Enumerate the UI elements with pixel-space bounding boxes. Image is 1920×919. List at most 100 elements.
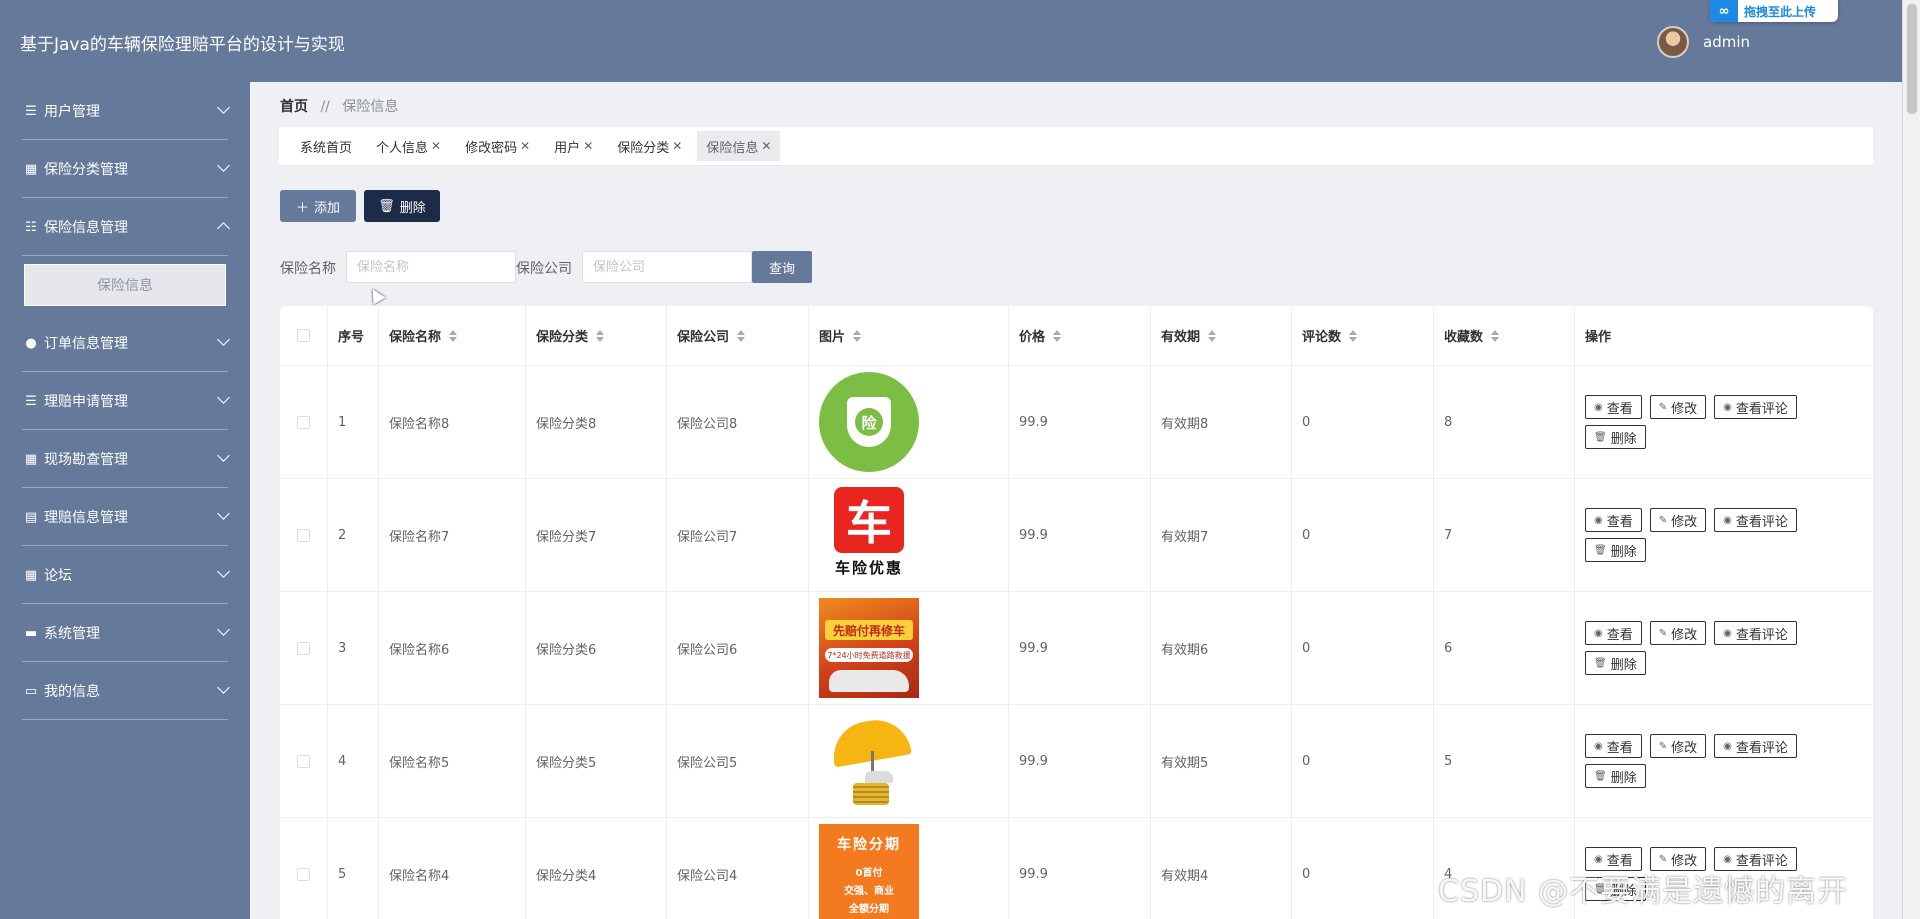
eye-icon: ◉ [1723,740,1732,752]
column-header-sortable[interactable]: 有效期 [1151,306,1292,365]
column-header-sortable[interactable]: 图片 [809,306,1009,365]
close-icon[interactable]: ✕ [431,139,441,153]
sidebar-item-claim-application[interactable]: ☰ 理赔申请管理 [0,372,250,430]
checkbox[interactable] [297,867,310,881]
checkbox[interactable] [297,528,310,542]
sliders-icon: ☷ [25,219,37,235]
sidebar-item-insurance-info[interactable]: ☷ 保险信息管理 [0,198,250,256]
sort-icon[interactable] [853,330,861,342]
car-discount-image[interactable]: 车 车险优惠 [819,485,919,585]
sidebar-item-system-management[interactable]: ▬ 系统管理 [0,604,250,662]
mouse-cursor-icon [366,285,386,305]
plus-icon: ＋ [295,200,309,216]
row-select[interactable] [280,479,328,591]
column-header-sortable[interactable]: 评论数 [1292,306,1434,365]
sort-icon[interactable] [449,330,457,342]
sidebar-item-insurance-category[interactable]: ▦ 保险分类管理 [0,140,250,198]
view-button[interactable]: ◉ 查看 [1585,508,1642,532]
insurance-shield-image[interactable]: 险 [819,372,919,472]
page-scrollbar[interactable] [1902,0,1920,919]
tabs-bar: 系统首页 个人信息 ✕ 修改密码 ✕ 用户 ✕ 保险分类 ✕ 保险信息 ✕ [279,127,1873,166]
view-comments-button[interactable]: ◉ 查看评论 [1714,734,1797,758]
column-header-sortable[interactable]: 保险名称 [379,306,526,365]
search-name-input[interactable] [346,251,516,283]
sidebar-item-user-management[interactable]: ☰ 用户管理 [0,82,250,140]
column-header-sortable[interactable]: 保险公司 [667,306,809,365]
close-icon[interactable]: ✕ [672,139,682,153]
coins-icon [853,783,889,805]
user-menu[interactable]: admin [1657,26,1750,58]
sidebar-item-order-info[interactable]: ● 订单信息管理 [0,314,250,372]
sort-icon[interactable] [1491,330,1499,342]
tab-user[interactable]: 用户 ✕ [545,131,602,161]
view-button[interactable]: ◉ 查看 [1585,395,1642,419]
sidebar-item-my-info[interactable]: ▭ 我的信息 [0,662,250,720]
view-comments-button[interactable]: ◉ 查看评论 [1714,395,1797,419]
view-comments-button[interactable]: ◉ 查看评论 [1714,508,1797,532]
close-icon[interactable]: ✕ [520,139,530,153]
delete-button-label: 删除 [399,200,426,216]
checkbox[interactable] [297,641,310,655]
add-button[interactable]: ＋ 添加 [280,190,356,222]
chevron-down-icon [217,681,230,694]
checkbox[interactable] [297,415,310,429]
sidebar-item-claim-info[interactable]: ▤ 理赔信息管理 [0,488,250,546]
delete-button[interactable]: 🗑 删除 [1585,425,1646,449]
breadcrumb-home[interactable]: 首页 [280,99,308,115]
view-comments-button[interactable]: ◉ 查看评论 [1714,621,1797,645]
sort-icon[interactable] [596,330,604,342]
delete-button[interactable]: 🗑 删除 [1585,651,1646,675]
column-header-sortable[interactable]: 保险分类 [526,306,667,365]
view-button[interactable]: ◉ 查看 [1585,621,1642,645]
car-promo-image[interactable]: 先赔付再修车 7*24小时免费道路救援 [819,598,919,698]
view-button-label: 查看 [1606,740,1633,756]
upload-badge[interactable]: ∞ 拖拽至此上传 [1710,0,1838,22]
sort-icon[interactable] [1349,330,1357,342]
edit-button[interactable]: ✎ 修改 [1649,621,1707,645]
search-company-input[interactable] [582,251,752,283]
view-button[interactable]: ◉ 查看 [1585,734,1642,758]
cell-index: 5 [328,818,379,919]
column-header-sortable[interactable]: 价格 [1009,306,1151,365]
checkbox[interactable] [297,754,310,768]
header-select-all[interactable] [280,306,328,365]
tab-change-password[interactable]: 修改密码 ✕ [456,131,539,161]
sidebar-subitem-insurance-info[interactable]: 保险信息 [24,264,226,306]
sort-icon[interactable] [1208,330,1216,342]
checkbox[interactable] [297,329,310,342]
delete-button[interactable]: 🗑 删除 [1585,764,1646,788]
row-select[interactable] [280,705,328,817]
close-icon[interactable]: ✕ [583,139,593,153]
umbrella-insurance-image[interactable] [819,711,919,811]
row-select[interactable] [280,592,328,704]
scrollbar-thumb[interactable] [1907,4,1917,114]
close-icon[interactable]: ✕ [761,139,771,153]
sidebar-item-forum[interactable]: ▦ 论坛 [0,546,250,604]
tab-home[interactable]: 系统首页 [291,131,361,161]
installment-promo-image[interactable]: 车险分期 0首付 交强、商业 全额分期 [819,824,919,919]
username[interactable]: admin [1703,33,1750,51]
tab-insurance-category[interactable]: 保险分类 ✕ [608,131,691,161]
edit-button[interactable]: ✎ 修改 [1649,395,1707,419]
tab-insurance-info[interactable]: 保险信息 ✕ [697,131,781,161]
batch-delete-button[interactable]: 🗑 删除 [364,190,440,222]
cell-index: 1 [328,366,379,478]
grid-icon: ▦ [24,451,38,467]
chevron-down-icon [217,507,230,520]
sidebar-item-site-survey[interactable]: ▦ 现场勘查管理 [0,430,250,488]
avatar[interactable] [1657,26,1689,58]
sort-icon[interactable] [1053,330,1061,342]
cell-name: 保险名称7 [379,479,526,591]
tab-profile[interactable]: 个人信息 ✕ [367,131,450,161]
sidebar-item-label: 现场勘查管理 [44,452,128,468]
row-select[interactable] [280,366,328,478]
delete-button[interactable]: 🗑 删除 [1585,538,1646,562]
query-button[interactable]: 查询 [752,251,812,283]
chevron-down-icon [217,565,230,578]
column-header-sortable[interactable]: 收藏数 [1434,306,1575,365]
eye-icon: ◉ [1723,853,1732,865]
sort-icon[interactable] [737,330,745,342]
edit-button[interactable]: ✎ 修改 [1649,508,1707,532]
row-select[interactable] [280,818,328,919]
edit-button[interactable]: ✎ 修改 [1649,734,1707,758]
